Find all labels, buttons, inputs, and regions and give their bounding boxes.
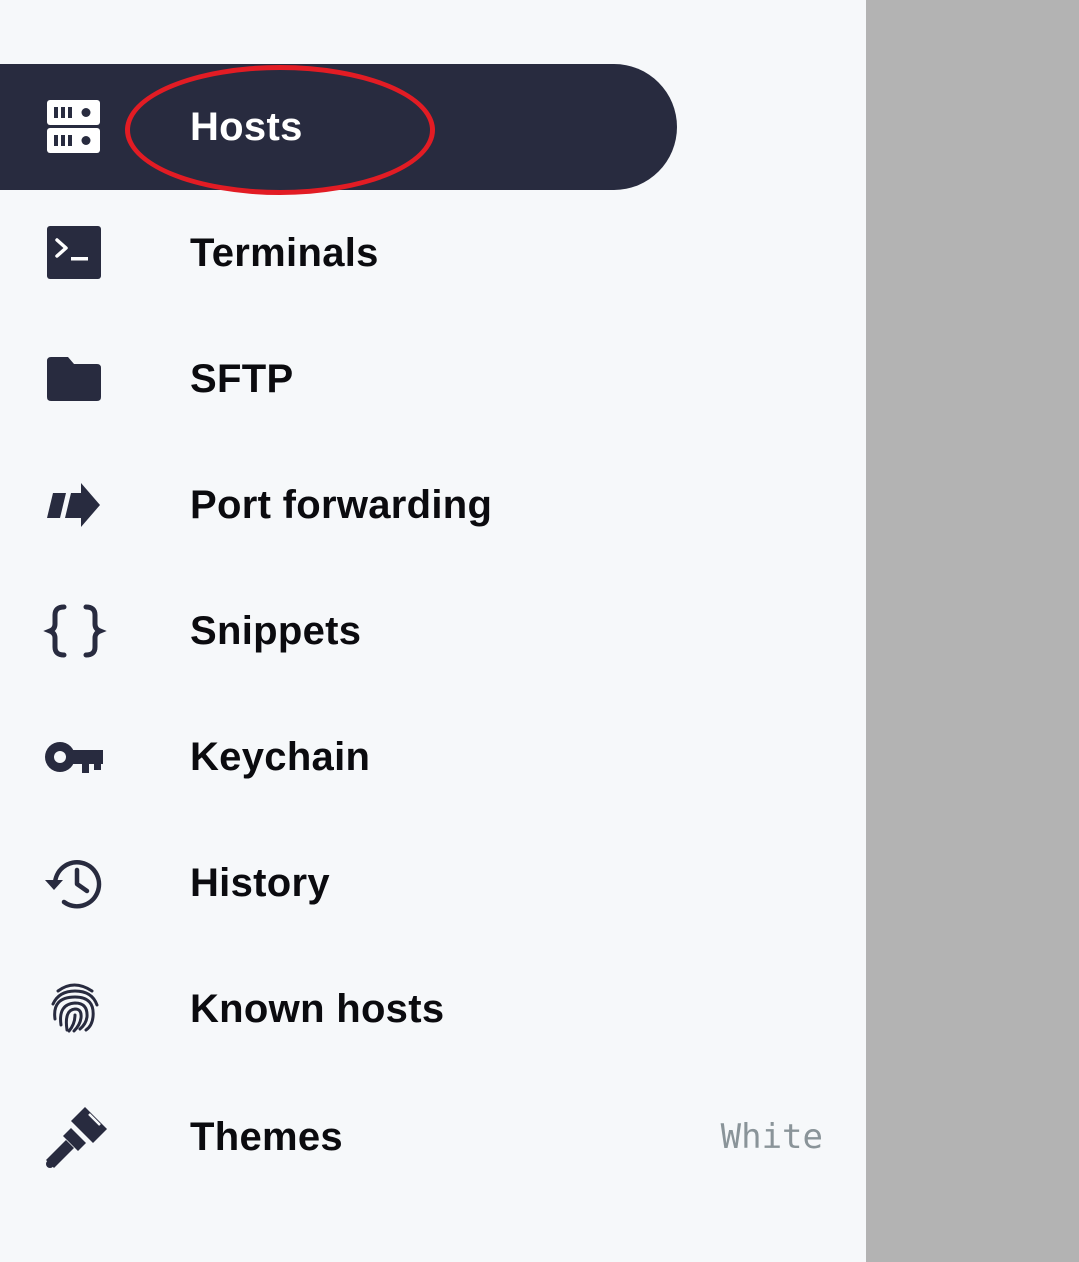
nav-item-label: Terminals	[190, 231, 379, 275]
history-icon	[40, 848, 110, 918]
folder-icon	[40, 344, 110, 414]
nav-item-terminals[interactable]: Terminals	[0, 190, 866, 316]
nav-item-hosts[interactable]: Hosts	[0, 64, 866, 190]
nav-item-label: Hosts	[190, 105, 303, 149]
nav-item-label: SFTP	[190, 357, 294, 401]
server-icon	[40, 92, 110, 162]
nav-item-label: History	[190, 861, 330, 905]
curly-braces-icon	[40, 596, 110, 666]
nav-item-sftp[interactable]: SFTP	[0, 316, 866, 442]
nav-item-port-forwarding[interactable]: Port forwarding	[0, 442, 866, 568]
fingerprint-icon	[40, 974, 110, 1044]
nav-item-themes[interactable]: Themes White	[0, 1074, 866, 1200]
nav-item-label: Known hosts	[190, 987, 445, 1031]
navigation-drawer: Hosts Terminals SFTP Port forwarding Sni…	[0, 0, 866, 1262]
nav-item-history[interactable]: History	[0, 820, 866, 946]
key-icon	[40, 722, 110, 792]
port-forward-icon	[40, 470, 110, 540]
terminal-icon	[40, 218, 110, 288]
nav-item-label: Port forwarding	[190, 483, 493, 527]
nav-item-label: Themes	[190, 1115, 343, 1159]
theme-value: White	[720, 1117, 823, 1157]
nav-item-label: Keychain	[190, 735, 371, 779]
paintbrush-icon	[40, 1102, 110, 1172]
nav-item-snippets[interactable]: Snippets	[0, 568, 866, 694]
scrim-overlay[interactable]	[866, 0, 1079, 1262]
nav-item-known-hosts[interactable]: Known hosts	[0, 946, 866, 1072]
nav-item-keychain[interactable]: Keychain	[0, 694, 866, 820]
nav-item-label: Snippets	[190, 609, 362, 653]
